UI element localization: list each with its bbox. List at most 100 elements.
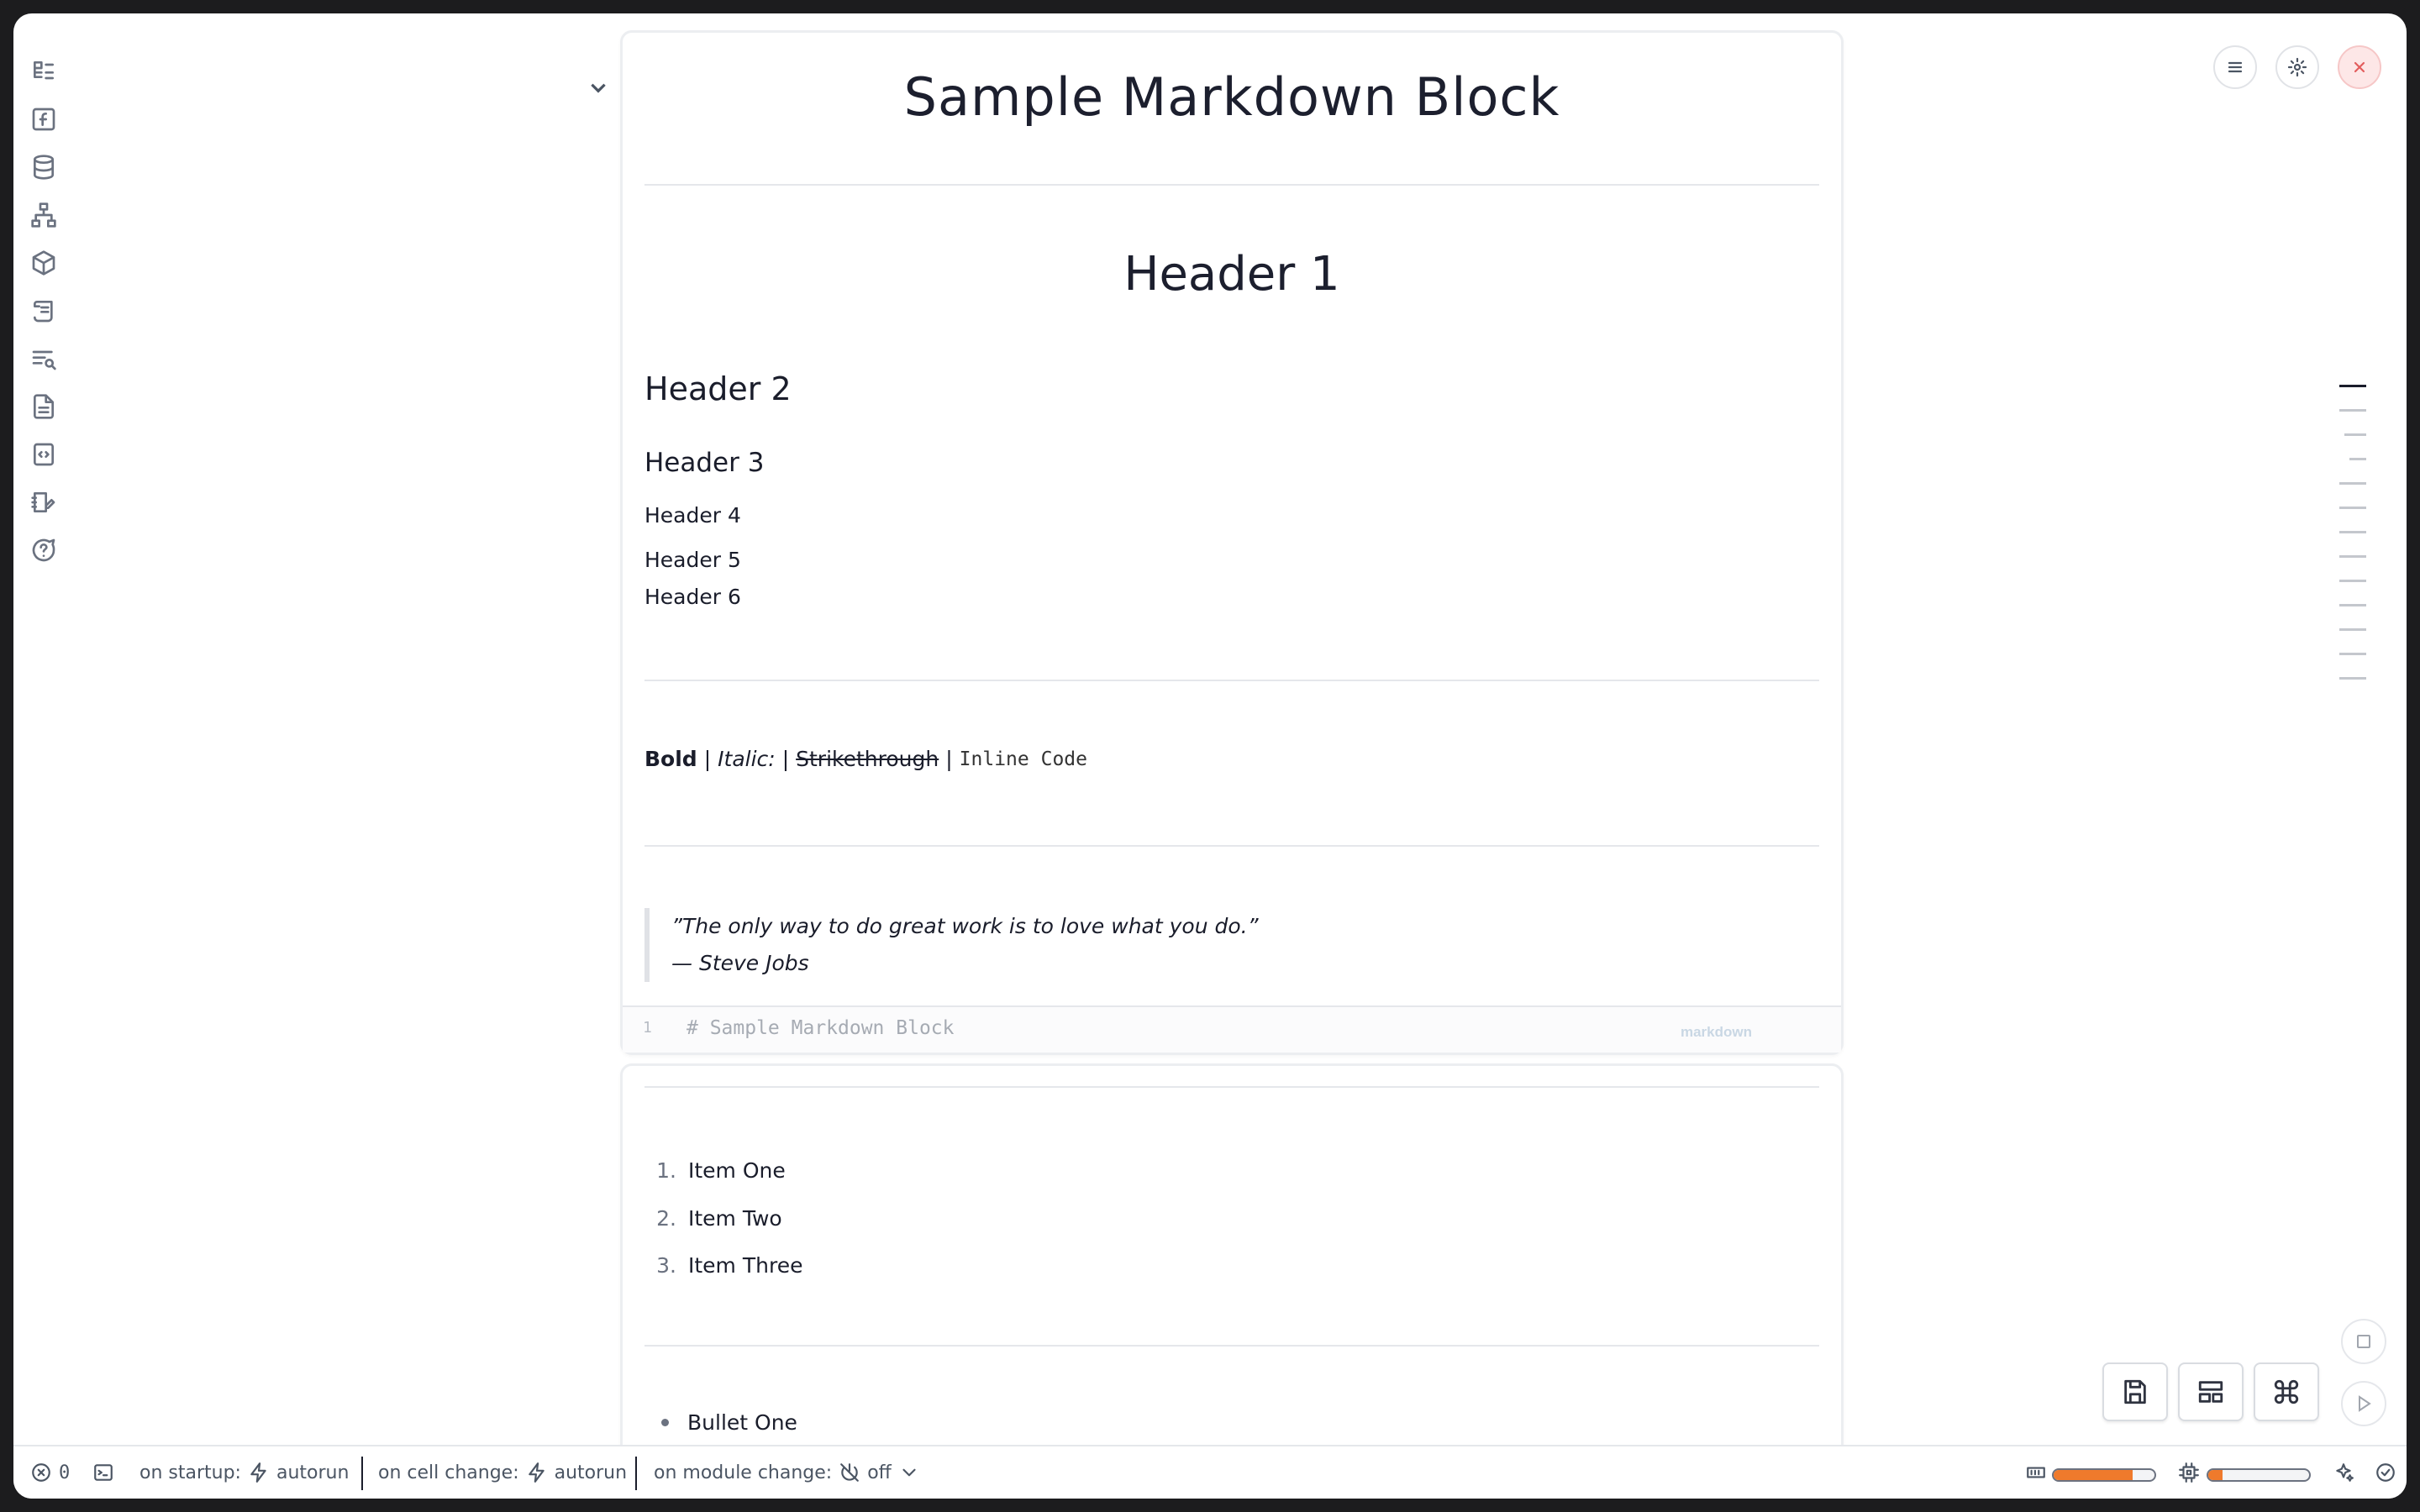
outline-entry[interactable]	[2339, 409, 2366, 412]
module-change-setting[interactable]: on module change: off	[654, 1462, 920, 1483]
save-button[interactable]	[2102, 1362, 2168, 1421]
cpu-indicator	[2178, 1462, 2200, 1483]
package-icon[interactable]	[27, 246, 60, 280]
blockquote: ”The only way to do great work is to lov…	[644, 908, 1259, 982]
cell-change-setting[interactable]: on cell change: autorun	[378, 1462, 627, 1483]
lightning-icon	[250, 1462, 266, 1483]
list-text: Item One	[688, 1158, 786, 1183]
command-icon	[2274, 1379, 2299, 1404]
divider	[644, 1086, 1819, 1088]
separator: |	[945, 747, 953, 771]
startup-setting[interactable]: on startup: autorun	[139, 1462, 349, 1483]
divider	[644, 845, 1819, 847]
search-list-icon[interactable]	[27, 342, 60, 375]
language-badge: markdown	[1680, 1024, 1752, 1040]
terminal-button[interactable]	[92, 1462, 114, 1483]
strikethrough-text: Strikethrough	[796, 747, 939, 771]
list-number: 3.	[656, 1253, 676, 1278]
outline-entry[interactable]	[2339, 677, 2366, 680]
divider	[635, 1457, 637, 1490]
outline-entry[interactable]	[2339, 580, 2366, 582]
square-icon	[2357, 1335, 2370, 1348]
status-check-button[interactable]	[2375, 1462, 2396, 1483]
terminal-icon	[94, 1464, 113, 1481]
cpu-usage-bar	[2207, 1468, 2311, 1482]
settings-button[interactable]	[2275, 45, 2319, 89]
chevron-down-icon	[902, 1468, 916, 1477]
play-icon	[2359, 1395, 2371, 1412]
inline-code: Inline Code	[959, 748, 1087, 770]
help-icon[interactable]	[27, 533, 60, 567]
sparkle-icon	[2336, 1463, 2354, 1482]
header-2: Header 2	[644, 370, 792, 407]
list-item: 3. Item Three	[656, 1253, 802, 1278]
cpu-usage-fill	[2208, 1470, 2223, 1480]
run-button[interactable]	[2341, 1381, 2386, 1426]
outline-entry[interactable]	[2339, 555, 2366, 558]
startup-value: autorun	[276, 1462, 350, 1483]
editor-code[interactable]: # Sample Markdown Block	[687, 1017, 955, 1039]
close-button[interactable]	[2338, 45, 2381, 89]
separator: |	[703, 747, 712, 771]
command-palette-button[interactable]	[2254, 1362, 2319, 1421]
startup-label: on startup:	[139, 1462, 241, 1483]
header-3: Header 3	[644, 448, 765, 478]
outline-entry[interactable]	[2339, 507, 2366, 509]
cell-change-value: autorun	[554, 1462, 628, 1483]
function-icon[interactable]	[27, 102, 60, 136]
markdown-cell[interactable]: Sample Markdown Block Header 1 Header 2 …	[620, 30, 1844, 1055]
outline-entry[interactable]	[2344, 433, 2366, 436]
layout-button[interactable]	[2178, 1362, 2244, 1421]
document-icon[interactable]	[27, 390, 60, 423]
scroll-icon[interactable]	[27, 294, 60, 328]
header-1: Header 1	[1123, 247, 1340, 302]
error-count: 0	[59, 1462, 71, 1483]
notebook-edit-icon[interactable]	[27, 486, 60, 519]
outline-entry[interactable]	[2339, 653, 2366, 655]
error-circle-icon	[32, 1463, 50, 1482]
code-file-icon[interactable]	[27, 438, 60, 471]
file-tree-icon[interactable]	[27, 55, 60, 88]
outline-entry[interactable]	[2339, 531, 2366, 533]
cell-change-label: on cell change:	[378, 1462, 519, 1483]
status-bar: 0 on startup: autorun on cell change: au…	[13, 1445, 2407, 1499]
hamburger-icon	[2228, 61, 2243, 73]
list-item: Bullet One	[661, 1410, 797, 1435]
markdown-cell[interactable]: 1. Item One 2. Item Two 3. Item Three Bu…	[620, 1063, 1844, 1499]
outline-entry[interactable]	[2339, 482, 2366, 485]
list-text: Bullet One	[687, 1410, 797, 1435]
bold-text: Bold	[644, 747, 697, 771]
header-4: Header 4	[644, 503, 741, 528]
list-number: 1.	[656, 1158, 676, 1183]
italic-text: Italic:	[718, 747, 776, 771]
outline-entry[interactable]	[2339, 628, 2366, 631]
code-editor[interactable]: 1 # Sample Markdown Block markdown	[623, 1005, 1841, 1053]
error-counter[interactable]: 0	[30, 1462, 70, 1483]
list-text: Item Two	[688, 1206, 782, 1231]
header-6: Header 6	[644, 585, 741, 609]
stop-button[interactable]	[2341, 1319, 2386, 1364]
gear-icon	[2287, 57, 2307, 77]
outline-entry[interactable]	[2349, 458, 2366, 460]
list-item: 2. Item Two	[656, 1206, 782, 1231]
memory-indicator	[2025, 1462, 2047, 1483]
dependency-graph-icon[interactable]	[27, 198, 60, 232]
left-icon-rail	[13, 13, 74, 1441]
quote-author: — Steve Jobs	[671, 951, 809, 975]
list-item: 1. Item One	[656, 1158, 786, 1183]
memory-usage-fill	[2054, 1470, 2133, 1480]
divider	[644, 184, 1819, 186]
menu-button[interactable]	[2213, 45, 2257, 89]
database-icon[interactable]	[27, 150, 60, 184]
separator: |	[781, 747, 790, 771]
lightning-icon	[528, 1462, 544, 1483]
outline-entry[interactable]	[2339, 385, 2366, 387]
quote-text: ”The only way to do great work is to lov…	[671, 914, 1259, 938]
outline-entry[interactable]	[2339, 604, 2366, 606]
bullet-dot	[661, 1419, 669, 1426]
ai-assist-button[interactable]	[2333, 1462, 2354, 1483]
list-text: Item Three	[688, 1253, 803, 1278]
chevron-down-icon[interactable]	[581, 71, 615, 104]
line-number: 1	[643, 1019, 652, 1037]
list-number: 2.	[656, 1206, 676, 1231]
